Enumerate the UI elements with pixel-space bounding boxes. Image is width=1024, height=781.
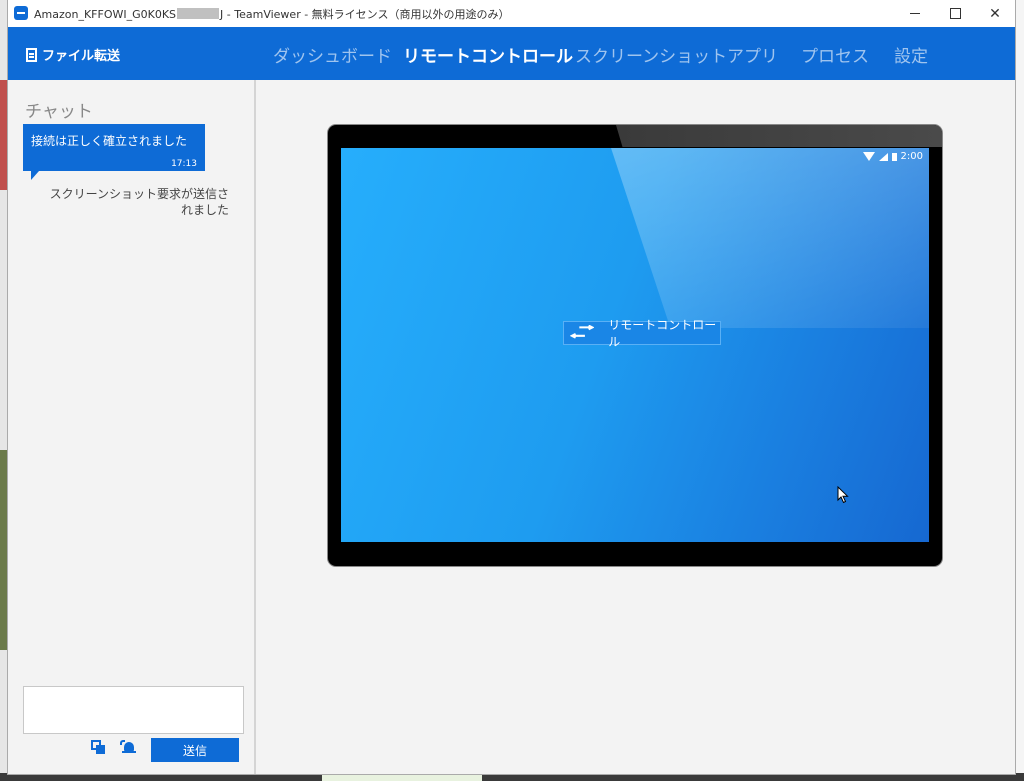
- tab-processes[interactable]: プロセス: [801, 42, 869, 67]
- file-transfer-button[interactable]: ファイル転送: [26, 45, 120, 64]
- minimize-button[interactable]: [895, 0, 935, 27]
- screen-sheen: [611, 148, 929, 328]
- remote-control-badge-label: リモートコントロール: [608, 318, 717, 349]
- tab-settings[interactable]: 設定: [894, 42, 928, 67]
- title-bar[interactable]: Amazon_KFFOWI_G0K0KS J - TeamViewer - 無料ラ…: [8, 0, 1015, 27]
- device-clock: 2:00: [900, 151, 923, 162]
- chat-message-time: 17:13: [171, 159, 197, 169]
- file-transfer-label: ファイル転送: [42, 49, 121, 64]
- window-title-device: Amazon_KFFOWI_G0K0KS: [34, 8, 177, 21]
- window-title-app: J - TeamViewer - 無料ライセンス（商用以外の用途のみ）: [220, 8, 510, 21]
- bell-icon[interactable]: [120, 740, 136, 754]
- screenshot-icon[interactable]: [91, 740, 105, 754]
- background-desktop-bottom: [0, 773, 1024, 781]
- background-desktop-left: [0, 0, 8, 781]
- tab-remote-control[interactable]: リモートコントロール: [403, 42, 573, 67]
- device-frame-glare: [616, 125, 942, 147]
- chat-sidebar: チャット 接続は正しく確立されました 17:13 スクリーンショット要求が送信さ…: [8, 80, 256, 774]
- minimize-icon: [910, 13, 920, 14]
- close-icon: ✕: [989, 5, 1001, 22]
- maximize-button[interactable]: [935, 0, 975, 27]
- signal-icon: [878, 152, 888, 161]
- cursor-icon: [837, 486, 849, 504]
- chat-title: チャット: [25, 102, 93, 122]
- close-button[interactable]: ✕: [975, 0, 1015, 27]
- remote-control-badge: リモートコントロール: [563, 318, 721, 349]
- document-icon: [26, 47, 37, 62]
- wifi-icon: [862, 152, 875, 161]
- teamviewer-window: Amazon_KFFOWI_G0K0KS J - TeamViewer - 無料ラ…: [8, 0, 1015, 774]
- tab-apps[interactable]: アプリ: [727, 42, 778, 67]
- device-screen[interactable]: 2:00 リモートコントロール: [341, 148, 929, 542]
- chat-bubble-tail: [31, 171, 39, 180]
- background-desktop-right: [1015, 0, 1024, 781]
- chat-message-text: 接続は正しく確立されました: [31, 134, 188, 148]
- swap-arrows-icon: [570, 325, 595, 339]
- device-frame: 2:00 リモートコントロール: [328, 125, 942, 566]
- send-button[interactable]: 送信: [151, 738, 239, 762]
- device-status-bar: 2:00: [862, 151, 923, 162]
- tab-dashboard[interactable]: ダッシュボード: [273, 42, 392, 67]
- maximize-icon: [949, 8, 961, 19]
- battery-icon: [891, 152, 897, 161]
- tab-screenshot[interactable]: スクリーンショット: [575, 42, 727, 67]
- chat-input[interactable]: [23, 686, 244, 734]
- teamviewer-logo-icon: [14, 6, 28, 20]
- top-navigation: ファイル転送 ダッシュボード リモートコントロール スクリーンショット アプリ …: [8, 27, 1015, 80]
- chat-status-message: スクリーンショット要求が送信されました: [49, 187, 229, 217]
- chat-message-bubble: 接続は正しく確立されました 17:13: [23, 124, 205, 171]
- redacted-block: [177, 8, 220, 19]
- window-title: Amazon_KFFOWI_G0K0KS J - TeamViewer - 無料ラ…: [34, 6, 509, 22]
